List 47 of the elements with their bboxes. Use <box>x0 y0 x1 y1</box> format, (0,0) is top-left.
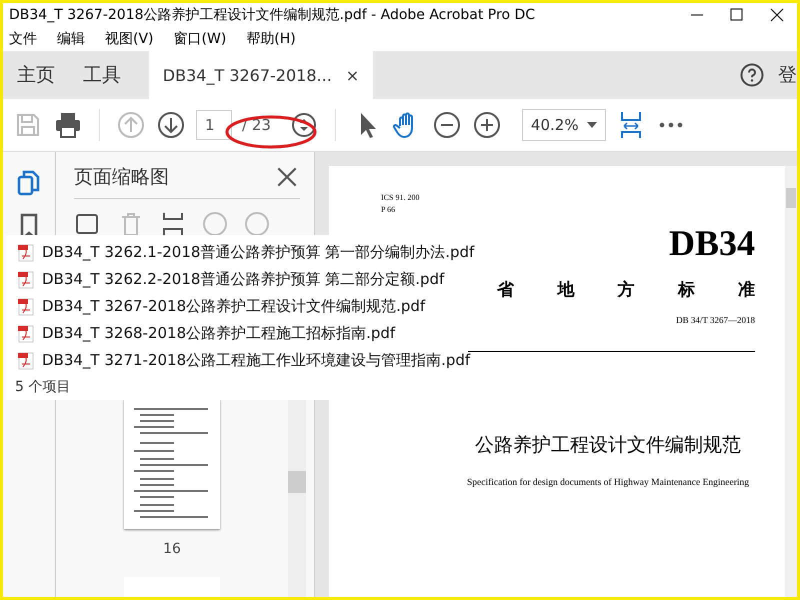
menu-item[interactable]: 编辑 <box>57 30 85 48</box>
file-name[interactable]: DB34_T 3271-2018公路工程施工作业环境建设与管理指南.pdf <box>42 351 470 370</box>
ics-code: ICS 91. 200 <box>381 192 420 204</box>
file-name[interactable]: DB34_T 3267-2018公路养护工程设计文件编制规范.pdf <box>42 297 426 316</box>
page-thumbnail[interactable] <box>124 577 220 597</box>
zoom-dropdown[interactable]: 40.2% <box>522 109 606 141</box>
sign-in-link[interactable]: 登 <box>778 51 797 99</box>
file-name[interactable]: DB34_T 3262.1-2018普通公路养护预算 第一部分编制办法.pdf <box>42 243 474 262</box>
tab-close[interactable]: × <box>346 66 360 84</box>
item-count: 5 个项目 <box>14 378 72 397</box>
menu-item[interactable]: 文件 <box>9 30 37 48</box>
pdf-file-icon <box>18 352 34 370</box>
help-icon[interactable] <box>740 63 764 87</box>
arrow-down-circle-icon[interactable] <box>156 110 186 140</box>
file-name[interactable]: DB34_T 3268-2018公路养护工程施工招标指南.pdf <box>42 324 396 343</box>
menu-item[interactable]: 帮助(H) <box>246 30 296 48</box>
standard-category-char: 标 <box>678 279 695 301</box>
menu-item[interactable]: 视图(V) <box>105 30 154 48</box>
pdf-file-icon <box>18 324 34 342</box>
standard-category-char: 省 <box>497 279 514 301</box>
file-name[interactable]: DB34_T 3262.2-2018普通公路养护预算 第二部分定额.pdf <box>42 270 444 289</box>
pdf-file-icon <box>18 298 34 316</box>
standard-code: DB34 <box>668 222 755 264</box>
pdf-file-icon <box>18 244 34 262</box>
document-tab[interactable]: DB34_T 3267-2018... × <box>149 51 373 99</box>
window-title: DB34_T 3267-2018公路养护工程设计文件编制规范.pdf - Adobe Acrobat Pro DC <box>9 6 536 24</box>
nav-tab[interactable]: 主页 <box>3 51 69 99</box>
class-code: P 66 <box>381 204 396 216</box>
menu-item[interactable]: 窗口(W) <box>174 30 226 48</box>
zoom-out-icon[interactable] <box>432 110 462 140</box>
nav-tab[interactable]: 工具 <box>69 51 135 99</box>
page-number-label: 16 <box>163 541 181 557</box>
standard-number: DB 34/T 3267—2018 <box>676 315 755 325</box>
standard-category-char: 地 <box>557 279 574 301</box>
pdf-file-icon <box>18 270 34 288</box>
scrollbar[interactable] <box>785 166 797 597</box>
document-title: 公路养护工程设计文件编制规范 <box>475 434 741 458</box>
panel-title: 页面缩略图 <box>74 165 169 190</box>
print-icon[interactable] <box>53 110 83 140</box>
zoom-in-icon[interactable] <box>472 110 502 140</box>
standard-category-char: 方 <box>618 279 634 301</box>
caret-icon <box>586 122 597 128</box>
standard-category-char: 准 <box>738 279 755 301</box>
tab-label[interactable]: DB34_T 3267-2018... <box>162 66 332 84</box>
page-number-field[interactable]: 1 <box>196 110 232 140</box>
page-thumbnail[interactable] <box>124 399 220 529</box>
document-subtitle: Specification for design documents of Highway Maintenance Engineering <box>466 478 749 488</box>
